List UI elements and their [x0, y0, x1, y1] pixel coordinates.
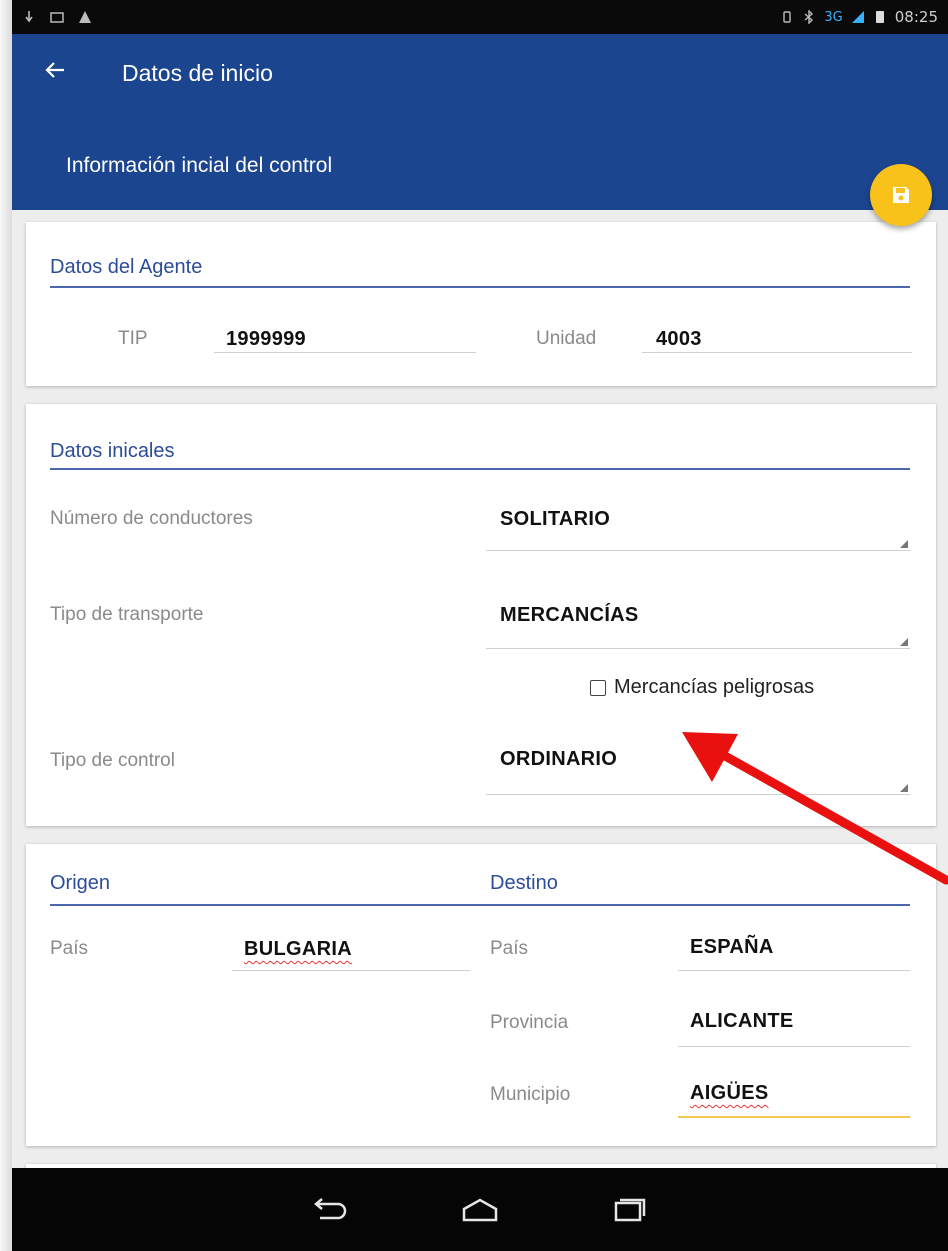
- section-title-origen: Origen: [50, 872, 111, 894]
- image-icon: [50, 12, 64, 23]
- destino-pais-label: País: [490, 938, 529, 959]
- tip-label: TIP: [118, 328, 148, 349]
- checkbox-box[interactable]: [590, 679, 606, 696]
- municipio-field[interactable]: AIGÜES: [690, 1082, 768, 1105]
- network-type: 3G: [824, 9, 843, 25]
- save-icon: [893, 187, 909, 203]
- unidad-underline: [642, 352, 912, 353]
- origen-pais-underline: [232, 970, 470, 971]
- destino-pais-field[interactable]: ESPAÑA: [690, 936, 774, 959]
- dropdown-triangle-icon: [900, 784, 908, 792]
- dropdown-triangle-icon: [900, 638, 908, 646]
- section-title-destino: Destino: [490, 872, 558, 894]
- municipio-underline-focused: [678, 1116, 910, 1118]
- section-title-agente: Datos del Agente: [50, 256, 203, 278]
- page-title: Datos de inicio: [122, 60, 273, 86]
- destino-pais-underline: [678, 970, 910, 971]
- control-underline: [486, 794, 910, 795]
- transporte-spinner[interactable]: MERCANCÍAS: [500, 604, 639, 627]
- recents-nav-icon[interactable]: [610, 1197, 650, 1223]
- app-bar: Datos de inicio Información incial del c…: [12, 34, 948, 210]
- conductores-underline: [486, 550, 910, 551]
- left-gutter: [0, 0, 12, 1251]
- control-spinner[interactable]: ORDINARIO: [500, 748, 617, 771]
- peligrosas-checkbox[interactable]: Mercancías peligrosas: [590, 676, 814, 699]
- battery-icon: [875, 11, 884, 23]
- tip-field[interactable]: 1999999: [226, 328, 306, 351]
- device-screen: 3G 08:25 Datos de inicio Información inc…: [12, 0, 948, 1251]
- control-label: Tipo de control: [50, 750, 175, 771]
- arrow-back-icon: [45, 62, 64, 78]
- section-divider: [50, 904, 910, 906]
- save-fab-button[interactable]: [870, 164, 932, 226]
- back-button[interactable]: [44, 58, 74, 88]
- unidad-field[interactable]: 4003: [656, 328, 702, 351]
- section-divider: [50, 468, 910, 470]
- card-agente: Datos del Agente TIP 1999999 Unidad 4003: [26, 222, 936, 386]
- status-bar: 3G 08:25: [12, 0, 948, 34]
- transporte-underline: [486, 648, 910, 649]
- provincia-label: Provincia: [490, 1012, 569, 1033]
- section-title-iniciales: Datos inicales: [50, 440, 175, 462]
- tip-underline: [214, 352, 476, 353]
- card-origen-destino: Origen Destino País BULGARIA País ESPAÑA…: [26, 844, 936, 1146]
- bluetooth-icon: [804, 10, 814, 24]
- conductores-spinner[interactable]: SOLITARIO: [500, 508, 610, 531]
- section-divider: [50, 286, 910, 288]
- dropdown-triangle-icon: [900, 540, 908, 548]
- transporte-label: Tipo de transporte: [50, 604, 204, 625]
- warning-icon: [79, 11, 91, 23]
- provincia-underline: [678, 1046, 910, 1047]
- peligrosas-label: Mercancías peligrosas: [614, 676, 815, 698]
- provincia-field[interactable]: ALICANTE: [690, 1010, 794, 1033]
- municipio-label: Municipio: [490, 1084, 571, 1105]
- origen-pais-field[interactable]: BULGARIA: [244, 938, 352, 961]
- unidad-label: Unidad: [536, 328, 597, 349]
- status-time: 08:25: [894, 8, 938, 26]
- signal-icon: [851, 11, 864, 23]
- page-subtitle: Información incial del control: [66, 154, 333, 177]
- vibrate-icon: [783, 11, 792, 23]
- system-nav-bar: [12, 1168, 948, 1251]
- card-iniciales: Datos inicales Número de conductores SOL…: [26, 404, 936, 826]
- back-nav-icon[interactable]: [310, 1197, 350, 1222]
- conductores-label: Número de conductores: [50, 508, 253, 529]
- usb-icon: [25, 11, 33, 23]
- home-nav-icon[interactable]: [460, 1197, 500, 1223]
- origen-pais-label: País: [50, 938, 89, 959]
